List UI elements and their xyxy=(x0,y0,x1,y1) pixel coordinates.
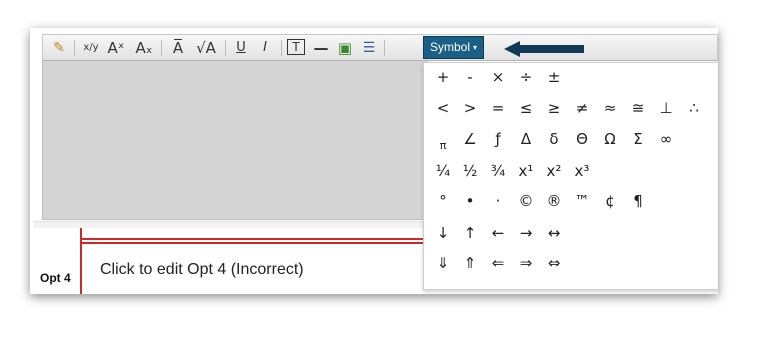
symbol-minus[interactable]: - xyxy=(457,63,483,91)
symbol-multiply[interactable]: × xyxy=(485,63,511,91)
symbol-congruent[interactable]: ≅ xyxy=(625,94,651,122)
symbol-degree[interactable]: ° xyxy=(430,187,456,215)
symbol-sigma[interactable]: Σ xyxy=(625,125,651,153)
symbol-equals[interactable]: = xyxy=(485,94,511,122)
symbol-cent[interactable]: ¢ xyxy=(597,187,623,215)
symbol-one-half[interactable]: ½ xyxy=(457,157,483,185)
symbol-delta-upper[interactable]: Δ xyxy=(513,125,539,153)
symbol-delta-lower[interactable]: δ xyxy=(541,125,567,153)
symbol-plus-minus[interactable]: ± xyxy=(541,63,567,91)
superscript-icon[interactable]: Aˣ xyxy=(103,38,129,58)
symbol-perpendicular[interactable]: ⊥ xyxy=(653,94,679,122)
insert-image-icon[interactable]: ▣ xyxy=(335,38,355,58)
symbol-trademark[interactable]: ™ xyxy=(569,187,595,215)
horizontal-rule-icon[interactable]: — xyxy=(311,38,331,58)
symbol-less-equal[interactable]: ≤ xyxy=(513,94,539,122)
symbol-function[interactable]: ƒ xyxy=(485,125,511,153)
rich-text-editor-area[interactable] xyxy=(42,61,428,220)
symbol-button-label: Symbol xyxy=(429,40,470,54)
callout-arrow-icon xyxy=(504,41,584,57)
symbol-double-arrow-left[interactable]: ⇐ xyxy=(485,249,511,277)
toolbar-separator xyxy=(384,40,385,56)
symbol-double-arrow-left-right[interactable]: ⇔ xyxy=(541,249,567,277)
symbol-arrow-left-right[interactable]: ↔ xyxy=(541,219,567,247)
italic-icon[interactable]: I xyxy=(255,38,275,58)
symbol-less-than[interactable]: < xyxy=(430,94,456,122)
symbol-arrow-right[interactable]: → xyxy=(513,219,539,247)
option-border-top xyxy=(80,238,440,240)
option-border-left xyxy=(80,228,82,294)
symbol-arrow-up[interactable]: ↑ xyxy=(457,219,483,247)
fraction-icon[interactable]: x/y xyxy=(81,38,101,58)
symbol-divide[interactable]: ÷ xyxy=(513,63,539,91)
symbol-one-quarter[interactable]: ¼ xyxy=(430,157,456,185)
symbol-double-arrow-right[interactable]: ⇒ xyxy=(513,249,539,277)
subscript-icon[interactable]: Aₓ xyxy=(131,38,157,58)
symbol-double-arrow-up[interactable]: ⇑ xyxy=(457,249,483,277)
symbol-omega[interactable]: Ω xyxy=(597,125,623,153)
symbol-double-arrow-down[interactable]: ⇓ xyxy=(430,249,456,277)
symbol-three-quarters[interactable]: ¾ xyxy=(485,157,511,185)
symbol-button[interactable]: Symbol ▾ xyxy=(423,36,484,59)
toolbar-separator xyxy=(225,40,226,56)
symbol-x-power-3[interactable]: x³ xyxy=(569,157,595,185)
symbol-angle[interactable]: ∠ xyxy=(457,125,483,153)
chevron-down-icon: ▾ xyxy=(473,43,478,52)
symbol-copyright[interactable]: © xyxy=(513,187,539,215)
symbol-therefore[interactable]: ∴ xyxy=(681,94,707,122)
symbol-plus[interactable]: + xyxy=(430,63,456,91)
symbol-arrow-down[interactable]: ↓ xyxy=(430,219,456,247)
option-border-top-inner xyxy=(80,242,440,244)
underline-icon[interactable]: U xyxy=(231,38,251,58)
formatting-toolbar: ✎ x/y Aˣ Aₓ A̅ √A U I T — ▣ ☰ Symbol ▾ xyxy=(42,34,718,61)
symbol-not-equal[interactable]: ≠ xyxy=(569,94,595,122)
symbol-greater-than[interactable]: > xyxy=(457,94,483,122)
symbol-greater-equal[interactable]: ≥ xyxy=(541,94,567,122)
toolbar-separator xyxy=(281,40,282,56)
symbol-pilcrow[interactable]: ¶ xyxy=(625,187,651,215)
symbol-approx[interactable]: ≈ xyxy=(597,94,623,122)
overline-icon[interactable]: A̅ xyxy=(167,38,189,58)
symbol-pi[interactable]: π xyxy=(430,132,456,160)
toolbar-separator xyxy=(74,40,75,56)
editor-window: ✎ x/y Aˣ Aₓ A̅ √A U I T — ▣ ☰ Symbol ▾ O… xyxy=(30,28,718,294)
symbol-arrow-left[interactable]: ← xyxy=(485,219,511,247)
bullet-list-icon[interactable]: ☰ xyxy=(359,38,379,58)
symbol-x-power-2[interactable]: x² xyxy=(541,157,567,185)
toolbar-separator xyxy=(161,40,162,56)
symbol-dropdown-menu: + - × ÷ ± < > = ≤ ≥ ≠ ≈ ≅ ⊥ ∴ π ∠ ƒ Δ δ … xyxy=(423,62,718,290)
symbol-infinity[interactable]: ∞ xyxy=(653,125,679,153)
symbol-x-power-1[interactable]: x¹ xyxy=(513,157,539,185)
square-root-icon[interactable]: √A xyxy=(191,38,221,58)
symbol-theta[interactable]: Θ xyxy=(569,125,595,153)
option-label: Opt 4 xyxy=(40,271,71,285)
text-box-icon[interactable]: T xyxy=(287,39,305,55)
symbol-bullet[interactable]: • xyxy=(457,187,483,215)
image-edit-icon[interactable]: ✎ xyxy=(49,38,69,58)
option-text-editable[interactable]: Click to edit Opt 4 (Incorrect) xyxy=(100,261,304,279)
symbol-registered[interactable]: ® xyxy=(541,187,567,215)
symbol-middle-dot[interactable]: · xyxy=(485,187,511,215)
